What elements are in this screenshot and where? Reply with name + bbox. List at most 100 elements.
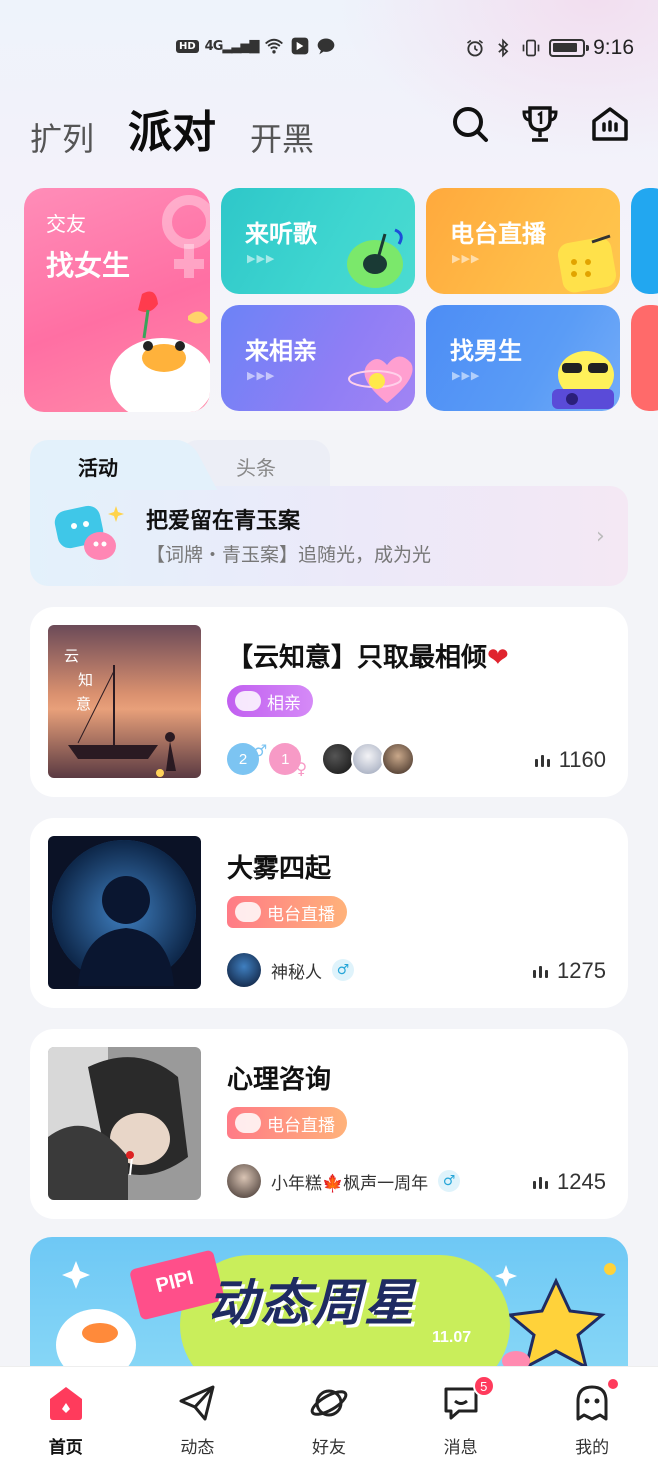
male-symbol-icon: ♂	[253, 740, 268, 760]
heart-planet-icon	[348, 356, 413, 403]
vibrate-icon	[522, 39, 540, 57]
category-blind-date[interactable]: 来相亲 ▶▶▶	[221, 305, 415, 411]
banner-title: 动态周星	[208, 1274, 416, 1332]
svg-text:云: 云	[64, 647, 79, 665]
audio-bars-icon	[533, 1175, 549, 1189]
room-host: 小年糕🍁枫声一周年 ♂	[227, 1163, 461, 1199]
room-card[interactable]: 大雾四起 电台直播 神秘人 ♂ 1275	[30, 818, 628, 1008]
nav-label: 消息	[443, 1438, 478, 1458]
status-right: 9:16	[465, 36, 634, 60]
radio-mascot-icon	[557, 234, 617, 293]
category-arrows: ▶▶▶	[452, 369, 481, 382]
planet-icon	[310, 1389, 348, 1417]
category-peek-next-top[interactable]	[631, 188, 658, 294]
male-badge-icon: ♂	[332, 959, 354, 981]
search-icon[interactable]	[450, 104, 490, 144]
room-tag-dating: 相亲	[227, 685, 313, 717]
room-card[interactable]: 云 知 意 【云知意】只取最相倾❤ 相亲 2 ♂ 1 ♀ 1160	[30, 607, 628, 797]
male-badge-icon: ♂	[438, 1170, 461, 1192]
heart-icon: ❤	[487, 643, 509, 673]
category-title: 找女生	[46, 249, 131, 282]
radio-tag-icon	[235, 1113, 261, 1133]
room-cover	[48, 1047, 201, 1200]
chevron-right-icon: ›	[596, 524, 605, 549]
silhouette-image	[48, 836, 201, 989]
category-title: 来相亲	[245, 337, 317, 365]
nav-moments[interactable]: 动态	[132, 1367, 264, 1462]
category-subtitle: 交友	[46, 212, 86, 236]
paper-plane-icon	[179, 1385, 215, 1421]
trophy-icon[interactable]	[520, 104, 560, 144]
radio-tag-icon	[235, 902, 261, 922]
room-tag-radio: 电台直播	[227, 896, 347, 928]
tag-label: 电台直播	[267, 1115, 335, 1136]
listener-count: 1160	[534, 747, 606, 773]
room-host: 神秘人 ♂	[227, 952, 354, 988]
app-notification-icon	[292, 37, 309, 55]
chat-notification-icon	[318, 38, 335, 55]
room-tag-radio: 电台直播	[227, 1107, 347, 1139]
audio-bars-icon	[534, 753, 551, 767]
heart-tag-icon	[235, 691, 261, 711]
activity-title: 把爱留在青玉案	[146, 509, 301, 534]
listener-count: 1275	[533, 958, 606, 984]
cool-mascot-icon	[552, 351, 614, 409]
tag-label: 电台直播	[267, 904, 335, 925]
category-listen-music[interactable]: 来听歌 ▶▶▶	[221, 188, 415, 294]
category-arrows: ▶▶▶	[247, 369, 276, 382]
tag-label: 相亲	[267, 693, 301, 714]
vinyl-record-icon	[347, 228, 403, 288]
nav-home[interactable]: 首页	[0, 1367, 132, 1462]
svg-text:意: 意	[76, 695, 91, 713]
room-cover: 云 知 意	[48, 625, 201, 778]
nav-label: 我的	[575, 1438, 610, 1458]
category-find-boy[interactable]: 找男生 ▶▶▶	[426, 305, 620, 411]
tab-headlines[interactable]: 头条	[236, 452, 276, 481]
category-title: 电台直播	[450, 220, 546, 248]
banner-date: 11.07	[432, 1329, 472, 1346]
avatar	[381, 742, 416, 776]
svg-text:知: 知	[78, 671, 93, 689]
home-icon[interactable]	[590, 104, 630, 144]
category-radio-live[interactable]: 电台直播 ▶▶▶	[426, 188, 620, 294]
category-find-girl[interactable]: 交友 找女生	[24, 188, 210, 412]
room-title: 心理咨询	[227, 1065, 332, 1095]
female-symbol-icon: ♀	[295, 758, 308, 778]
female-symbol-icon	[162, 195, 210, 278]
category-peek-next-bottom[interactable]	[631, 305, 658, 411]
header-tabs: 扩列 派对 开黑	[30, 96, 314, 160]
notification-dot	[606, 1377, 621, 1391]
tab-gaming[interactable]: 开黑	[250, 114, 314, 160]
host-name: 神秘人	[271, 962, 322, 983]
tab-party[interactable]: 派对	[128, 96, 216, 160]
category-arrows: ▶▶▶	[247, 252, 276, 265]
listener-count: 1245	[533, 1169, 606, 1195]
nav-messages[interactable]: 5 消息	[395, 1367, 527, 1462]
wifi-icon	[265, 38, 284, 54]
promo-banner[interactable]: PIPI 动态周星 11.07	[30, 1237, 628, 1367]
avatar	[351, 742, 386, 776]
avatar	[321, 742, 356, 776]
ghost-icon	[576, 1385, 608, 1421]
status-bar: HD 4G▂▃▅▇ 9:16	[0, 30, 658, 70]
alarm-icon	[467, 39, 484, 57]
host-name: 小年糕🍁枫声一周年	[271, 1173, 429, 1194]
room-cover	[48, 836, 201, 989]
avatar	[227, 953, 261, 987]
tab-expand[interactable]: 扩列	[30, 114, 94, 160]
nav-profile[interactable]: 我的	[526, 1367, 658, 1462]
room-card[interactable]: 心理咨询 电台直播 小年糕🍁枫声一周年 ♂ 1245	[30, 1029, 628, 1219]
bottom-nav: 首页 动态 好友 5 消息 我的	[0, 1366, 658, 1462]
room-title: 【云知意】只取最相倾❤	[227, 643, 509, 673]
nav-friends[interactable]: 好友	[263, 1367, 395, 1462]
tab-activity[interactable]: 活动	[78, 452, 118, 481]
cell-signal: 4G▂▃▅▇	[204, 38, 260, 54]
chat-bubbles-icon	[54, 505, 124, 560]
activity-description: 【词牌・青玉案】追随光，成为光	[146, 544, 432, 566]
audio-bars-icon	[533, 964, 549, 978]
message-badge: 5	[472, 1375, 495, 1397]
category-title: 来听歌	[245, 220, 317, 248]
room-title: 大雾四起	[227, 854, 332, 884]
avatar	[227, 1164, 261, 1198]
portrait-image	[48, 1047, 201, 1200]
